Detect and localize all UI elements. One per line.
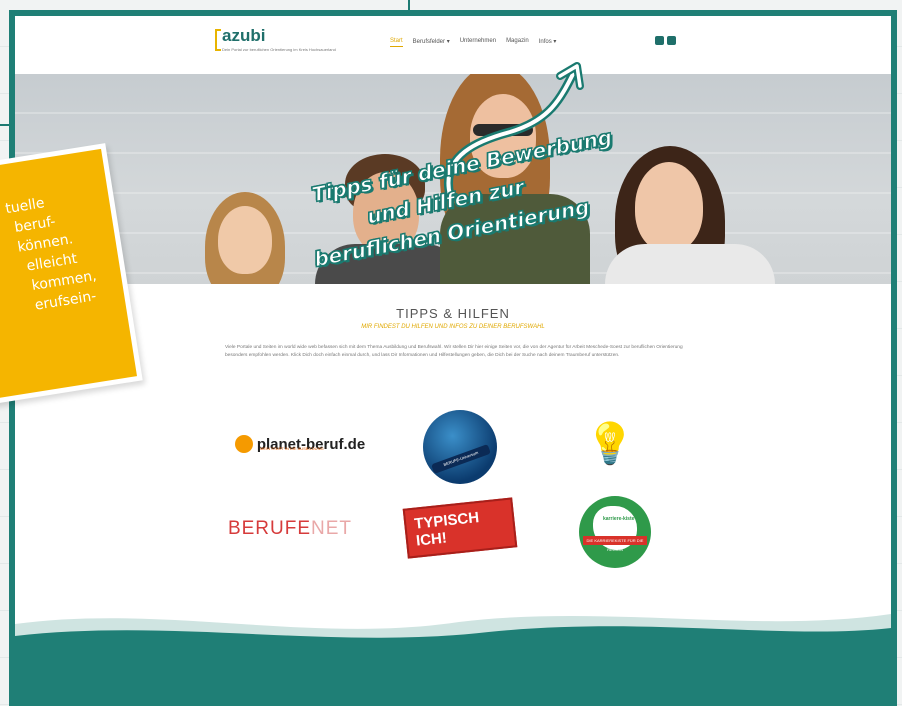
nav-item-start[interactable]: Start <box>390 38 403 47</box>
karriere-name: karriere-kiste <box>603 516 635 522</box>
section-paragraph: Viele Portale und Seiten im world wide w… <box>225 345 683 358</box>
typisch-ich-logo[interactable]: TYPISCH ICH! <box>402 497 518 559</box>
karriere-badge: karriere-kiste DIE KARRIEREKISTE FÜR DIE… <box>579 496 651 568</box>
content-section: TIPPS & HILFEN MIR FINDEST DU HILFEN UND… <box>15 284 891 614</box>
logo-bracket <box>215 29 221 51</box>
instagram-icon[interactable] <box>655 36 664 45</box>
nav-item-berufsfelder[interactable]: Berufsfelder ▾ <box>413 38 450 47</box>
berufenet-light: NET <box>311 518 353 539</box>
planet-icon <box>234 435 253 453</box>
section-subtitle: MIR FINDEST DU HILFEN UND INFOS ZU DEINE… <box>361 324 545 330</box>
berufenet-wordmark: BERUFENET <box>228 518 352 540</box>
lightbulb-icon: 💡 <box>585 422 635 466</box>
header-icons <box>655 36 676 45</box>
logo-subtitle: Dein Portal zur beruflichen Orientierung… <box>222 47 336 52</box>
person-body <box>605 244 775 284</box>
person-face <box>218 206 272 274</box>
berufenet-logo[interactable]: BERUFENET <box>220 509 360 549</box>
karriere-logo[interactable]: karriere-kiste DIE KARRIEREKISTE FÜR DIE… <box>575 492 655 572</box>
typisch-ich-name: TYPISCH ICH! <box>402 497 518 559</box>
nav-item-infos[interactable]: Infos ▾ <box>539 38 557 47</box>
karriere-banner: DIE KARRIEREKISTE FÜR DIE REGION <box>583 536 647 552</box>
berufenet-dark: BERUFE <box>227 518 312 539</box>
nav-item-magazin[interactable]: Magazin <box>506 38 529 47</box>
footer-wave <box>15 614 891 706</box>
wave-dark <box>15 626 891 706</box>
planet-beruf-logo[interactable]: planet-beruf.de MEIN START IN DIE AUSBIL… <box>220 424 380 464</box>
nav-item-unternehmen[interactable]: Unternehmen <box>460 38 496 47</box>
lightbulb-logo[interactable]: 💡 <box>575 409 645 479</box>
berufe-universum-name: BERUFE-Universum <box>431 444 491 474</box>
planet-beruf-tagline: MEIN START IN DIE AUSBILDUNG <box>260 446 324 451</box>
section-title: TIPPS & HILFEN <box>396 306 510 321</box>
site-logo[interactable]: azubi <box>222 26 265 46</box>
main-nav: Start Berufsfelder ▾ Unternehmen Magazin… <box>390 38 556 47</box>
globe-icon: BERUFE-Universum <box>423 410 497 484</box>
berufe-universum-logo[interactable]: BERUFE-Universum <box>415 402 505 492</box>
person-face <box>635 162 703 252</box>
menu-icon[interactable] <box>667 36 676 45</box>
